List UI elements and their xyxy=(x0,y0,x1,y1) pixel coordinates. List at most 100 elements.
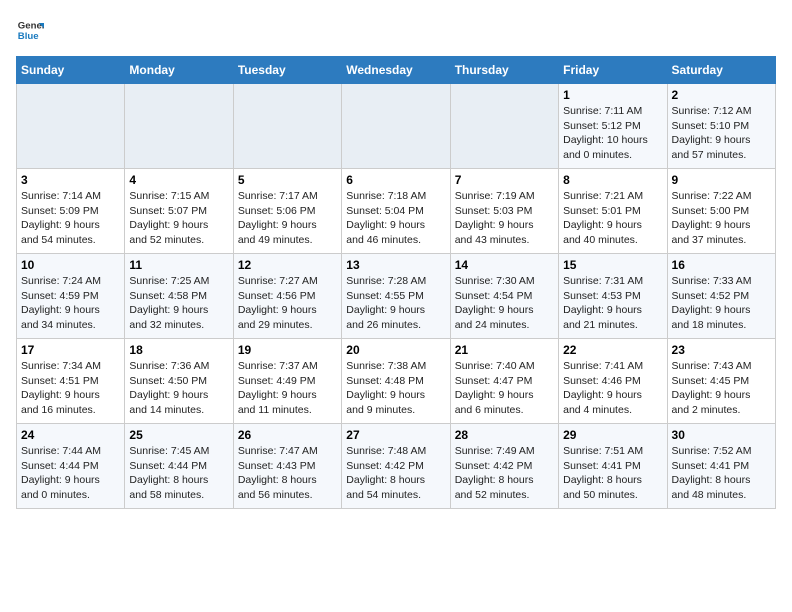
day-number: 9 xyxy=(672,173,771,187)
calendar-week-row: 24 Sunrise: 7:44 AMSunset: 4:44 PMDayligh… xyxy=(17,424,776,509)
day-info: Sunrise: 7:44 AMSunset: 4:44 PMDaylight:… xyxy=(21,444,120,503)
day-info: Sunrise: 7:18 AMSunset: 5:04 PMDaylight:… xyxy=(346,189,445,248)
day-info: Sunrise: 7:25 AMSunset: 4:58 PMDaylight:… xyxy=(129,274,228,333)
day-info: Sunrise: 7:24 AMSunset: 4:59 PMDaylight:… xyxy=(21,274,120,333)
day-number: 5 xyxy=(238,173,337,187)
header: General Blue xyxy=(16,16,776,44)
calendar-day-cell: 15 Sunrise: 7:31 AMSunset: 4:53 PMDayligh… xyxy=(559,254,667,339)
day-info: Sunrise: 7:15 AMSunset: 5:07 PMDaylight:… xyxy=(129,189,228,248)
day-number: 19 xyxy=(238,343,337,357)
day-number: 26 xyxy=(238,428,337,442)
calendar-day-cell xyxy=(17,84,125,169)
weekday-header-friday: Friday xyxy=(559,57,667,84)
day-info: Sunrise: 7:28 AMSunset: 4:55 PMDaylight:… xyxy=(346,274,445,333)
day-info: Sunrise: 7:21 AMSunset: 5:01 PMDaylight:… xyxy=(563,189,662,248)
weekday-header-thursday: Thursday xyxy=(450,57,558,84)
weekday-header-monday: Monday xyxy=(125,57,233,84)
generalblue-logo-icon: General Blue xyxy=(16,16,44,44)
svg-text:Blue: Blue xyxy=(18,31,39,42)
calendar-day-cell: 21 Sunrise: 7:40 AMSunset: 4:47 PMDayligh… xyxy=(450,339,558,424)
weekday-header-saturday: Saturday xyxy=(667,57,775,84)
calendar-day-cell: 19 Sunrise: 7:37 AMSunset: 4:49 PMDayligh… xyxy=(233,339,341,424)
day-info: Sunrise: 7:19 AMSunset: 5:03 PMDaylight:… xyxy=(455,189,554,248)
day-number: 12 xyxy=(238,258,337,272)
calendar-day-cell: 27 Sunrise: 7:48 AMSunset: 4:42 PMDayligh… xyxy=(342,424,450,509)
calendar-day-cell: 5 Sunrise: 7:17 AMSunset: 5:06 PMDaylight… xyxy=(233,169,341,254)
day-info: Sunrise: 7:14 AMSunset: 5:09 PMDaylight:… xyxy=(21,189,120,248)
day-number: 2 xyxy=(672,88,771,102)
day-number: 13 xyxy=(346,258,445,272)
calendar-day-cell: 26 Sunrise: 7:47 AMSunset: 4:43 PMDayligh… xyxy=(233,424,341,509)
day-info: Sunrise: 7:22 AMSunset: 5:00 PMDaylight:… xyxy=(672,189,771,248)
day-number: 6 xyxy=(346,173,445,187)
day-number: 3 xyxy=(21,173,120,187)
day-info: Sunrise: 7:43 AMSunset: 4:45 PMDaylight:… xyxy=(672,359,771,418)
day-number: 28 xyxy=(455,428,554,442)
calendar-day-cell: 10 Sunrise: 7:24 AMSunset: 4:59 PMDayligh… xyxy=(17,254,125,339)
day-number: 22 xyxy=(563,343,662,357)
calendar-day-cell: 14 Sunrise: 7:30 AMSunset: 4:54 PMDayligh… xyxy=(450,254,558,339)
calendar-day-cell: 20 Sunrise: 7:38 AMSunset: 4:48 PMDayligh… xyxy=(342,339,450,424)
day-info: Sunrise: 7:33 AMSunset: 4:52 PMDaylight:… xyxy=(672,274,771,333)
day-number: 21 xyxy=(455,343,554,357)
calendar-day-cell: 22 Sunrise: 7:41 AMSunset: 4:46 PMDayligh… xyxy=(559,339,667,424)
calendar-day-cell: 8 Sunrise: 7:21 AMSunset: 5:01 PMDaylight… xyxy=(559,169,667,254)
day-info: Sunrise: 7:31 AMSunset: 4:53 PMDaylight:… xyxy=(563,274,662,333)
day-info: Sunrise: 7:17 AMSunset: 5:06 PMDaylight:… xyxy=(238,189,337,248)
day-number: 7 xyxy=(455,173,554,187)
calendar-day-cell: 28 Sunrise: 7:49 AMSunset: 4:42 PMDayligh… xyxy=(450,424,558,509)
day-info: Sunrise: 7:45 AMSunset: 4:44 PMDaylight:… xyxy=(129,444,228,503)
calendar-day-cell: 23Sunrise: 7:43 AMSunset: 4:45 PMDayligh… xyxy=(667,339,775,424)
day-number: 27 xyxy=(346,428,445,442)
day-number: 24 xyxy=(21,428,120,442)
day-number: 15 xyxy=(563,258,662,272)
day-info: Sunrise: 7:40 AMSunset: 4:47 PMDaylight:… xyxy=(455,359,554,418)
calendar-day-cell: 3 Sunrise: 7:14 AMSunset: 5:09 PMDaylight… xyxy=(17,169,125,254)
day-info: Sunrise: 7:49 AMSunset: 4:42 PMDaylight:… xyxy=(455,444,554,503)
day-number: 14 xyxy=(455,258,554,272)
day-info: Sunrise: 7:41 AMSunset: 4:46 PMDaylight:… xyxy=(563,359,662,418)
day-number: 11 xyxy=(129,258,228,272)
calendar-day-cell: 16 Sunrise: 7:33 AMSunset: 4:52 PMDayligh… xyxy=(667,254,775,339)
day-info: Sunrise: 7:36 AMSunset: 4:50 PMDaylight:… xyxy=(129,359,228,418)
day-number: 8 xyxy=(563,173,662,187)
weekday-header-wednesday: Wednesday xyxy=(342,57,450,84)
day-number: 25 xyxy=(129,428,228,442)
day-number: 18 xyxy=(129,343,228,357)
calendar-day-cell xyxy=(450,84,558,169)
calendar-week-row: 3 Sunrise: 7:14 AMSunset: 5:09 PMDaylight… xyxy=(17,169,776,254)
day-number: 4 xyxy=(129,173,228,187)
calendar-day-cell: 25 Sunrise: 7:45 AMSunset: 4:44 PMDayligh… xyxy=(125,424,233,509)
calendar-day-cell: 4 Sunrise: 7:15 AMSunset: 5:07 PMDaylight… xyxy=(125,169,233,254)
calendar-day-cell: 13 Sunrise: 7:28 AMSunset: 4:55 PMDayligh… xyxy=(342,254,450,339)
day-info: Sunrise: 7:30 AMSunset: 4:54 PMDaylight:… xyxy=(455,274,554,333)
day-info: Sunrise: 7:34 AMSunset: 4:51 PMDaylight:… xyxy=(21,359,120,418)
day-number: 16 xyxy=(672,258,771,272)
calendar-day-cell: 24 Sunrise: 7:44 AMSunset: 4:44 PMDayligh… xyxy=(17,424,125,509)
calendar-day-cell: 6 Sunrise: 7:18 AMSunset: 5:04 PMDaylight… xyxy=(342,169,450,254)
calendar-day-cell xyxy=(342,84,450,169)
calendar-week-row: 17 Sunrise: 7:34 AMSunset: 4:51 PMDayligh… xyxy=(17,339,776,424)
calendar-day-cell: 2Sunrise: 7:12 AMSunset: 5:10 PMDaylight… xyxy=(667,84,775,169)
day-info: Sunrise: 7:38 AMSunset: 4:48 PMDaylight:… xyxy=(346,359,445,418)
calendar-day-cell xyxy=(233,84,341,169)
calendar-day-cell xyxy=(125,84,233,169)
day-number: 17 xyxy=(21,343,120,357)
calendar-day-cell: 17 Sunrise: 7:34 AMSunset: 4:51 PMDayligh… xyxy=(17,339,125,424)
day-info: Sunrise: 7:51 AMSunset: 4:41 PMDaylight:… xyxy=(563,444,662,503)
calendar-table: SundayMondayTuesdayWednesdayThursdayFrid… xyxy=(16,56,776,509)
svg-text:General: General xyxy=(18,20,44,31)
calendar-day-cell: 18 Sunrise: 7:36 AMSunset: 4:50 PMDayligh… xyxy=(125,339,233,424)
day-info: Sunrise: 7:37 AMSunset: 4:49 PMDaylight:… xyxy=(238,359,337,418)
day-number: 20 xyxy=(346,343,445,357)
logo: General Blue xyxy=(16,16,44,44)
calendar-day-cell: 9 Sunrise: 7:22 AMSunset: 5:00 PMDaylight… xyxy=(667,169,775,254)
calendar-day-cell: 30Sunrise: 7:52 AMSunset: 4:41 PMDayligh… xyxy=(667,424,775,509)
day-info: Sunrise: 7:48 AMSunset: 4:42 PMDaylight:… xyxy=(346,444,445,503)
calendar-day-cell: 7 Sunrise: 7:19 AMSunset: 5:03 PMDaylight… xyxy=(450,169,558,254)
day-info: Sunrise: 7:47 AMSunset: 4:43 PMDaylight:… xyxy=(238,444,337,503)
calendar-day-cell: 1Sunrise: 7:11 AMSunset: 5:12 PMDaylight… xyxy=(559,84,667,169)
calendar-day-cell: 12Sunrise: 7:27 AMSunset: 4:56 PMDayligh… xyxy=(233,254,341,339)
day-number: 10 xyxy=(21,258,120,272)
day-number: 30 xyxy=(672,428,771,442)
